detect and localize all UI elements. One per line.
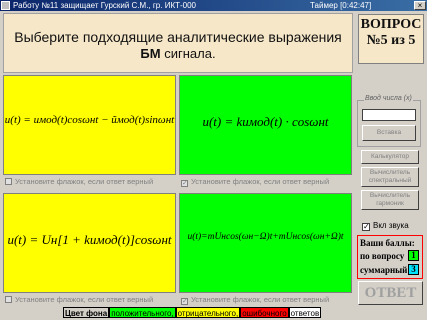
close-icon[interactable]: × <box>414 1 426 10</box>
score-title: Ваши баллы: <box>360 238 415 248</box>
checkbox-label: Установите флажок, если ответ верный <box>15 295 154 304</box>
legend-negative: отрицательного, <box>175 307 241 318</box>
sound-label: Вкл звука <box>373 221 409 230</box>
question-text-line1: Выберите подходящие аналитические выраже… <box>14 29 342 45</box>
legend-prefix: Цвет фона <box>63 307 110 318</box>
window-titlebar: Работу №11 защищает Гурский С.М., гр. ИК… <box>0 0 427 11</box>
answer-option-3[interactable]: u(t) = Uн[1 + kuмод(t)]cosωнt <box>3 193 176 293</box>
number-input-legend: Ввод числа (x) <box>364 95 413 102</box>
score-total-value: 3 <box>408 264 419 275</box>
sound-toggle[interactable]: ✓ Вкл звука <box>362 221 409 231</box>
question-text-line2: БМ сигнала. <box>4 46 352 61</box>
formula-option-1: u(t) = uмод(t)cosωнt − ũмод(t)sinωнt <box>4 114 175 126</box>
spectral-calculator-button[interactable]: Вычислитель спектральный <box>361 167 419 187</box>
question-emphasis: БМ <box>140 46 161 61</box>
checkbox-label: Установите флажок, если ответ верный <box>191 177 330 186</box>
color-legend: Цвет фона положительного, отрицательного, о… <box>63 307 322 318</box>
checkbox-label: Установите флажок, если ответ верный <box>191 295 330 304</box>
formula-option-3: u(t) = Uн[1 + kuмод(t)]cosωнt <box>7 232 172 247</box>
question-text-tail: сигнала. <box>160 46 216 61</box>
question-panel: Выберите подходящие аналитические выраже… <box>3 13 353 73</box>
checkbox-box[interactable]: ✓ <box>181 298 188 305</box>
sound-checkbox[interactable]: ✓ <box>362 223 370 231</box>
checkbox-box[interactable] <box>5 296 12 303</box>
app-icon <box>1 1 10 10</box>
number-input[interactable] <box>362 109 416 121</box>
option-4-checkbox[interactable]: ✓ Установите флажок, если ответ верный <box>181 295 329 305</box>
timer-label: Таймер [0:42:47] <box>310 1 372 10</box>
option-2-checkbox[interactable]: ✓ Установите флажок, если ответ верный <box>181 177 329 187</box>
option-1-checkbox[interactable]: Установите флажок, если ответ верный <box>5 177 153 187</box>
window-title: Работу №11 защищает Гурский С.М., гр. ИК… <box>13 1 196 10</box>
number-input-group: Ввод числа (x) Вставка <box>357 95 421 147</box>
checkbox-box[interactable] <box>5 178 12 185</box>
legend-wrong: ошибочного <box>240 307 289 318</box>
question-counter-label: ВОПРОС <box>360 17 422 32</box>
legend-answers: ответов <box>288 307 322 318</box>
score-total-label: суммарный <box>360 265 408 275</box>
checkbox-label: Установите флажок, если ответ верный <box>15 177 154 186</box>
answer-option-1[interactable]: u(t) = uмод(t)cosωнt − ũмод(t)sinωнt <box>3 75 176 175</box>
insert-button[interactable]: Вставка <box>362 125 416 141</box>
answer-option-4[interactable]: u(t)=mUнcos(ωн−Ω)t+mUнcos(ωн+Ω)t <box>179 193 352 293</box>
question-counter-value: №5 из 5 <box>366 33 416 48</box>
legend-positive: положительного, <box>109 307 176 318</box>
answer-button[interactable]: ОТВЕТ <box>358 281 423 305</box>
option-3-checkbox[interactable]: Установите флажок, если ответ верный <box>5 295 153 305</box>
formula-option-2: u(t) = kuмод(t) · cosωнt <box>202 114 329 129</box>
question-counter: ВОПРОС №5 из 5 <box>358 14 424 64</box>
score-panel: Ваши баллы: по вопросу 1 суммарный 3 <box>357 235 423 279</box>
score-question-value: 1 <box>408 250 419 261</box>
formula-option-4: u(t)=mUнcos(ωн−Ω)t+mUнcos(ωн+Ω)t <box>187 232 344 242</box>
answer-option-2[interactable]: u(t) = kuмод(t) · cosωнt <box>179 75 352 175</box>
harmonics-calculator-button[interactable]: Вычислитель гармоник <box>361 190 419 210</box>
calculator-button[interactable]: Калькулятор <box>361 150 419 164</box>
score-question-label: по вопросу <box>360 251 405 261</box>
checkbox-box[interactable]: ✓ <box>181 180 188 187</box>
